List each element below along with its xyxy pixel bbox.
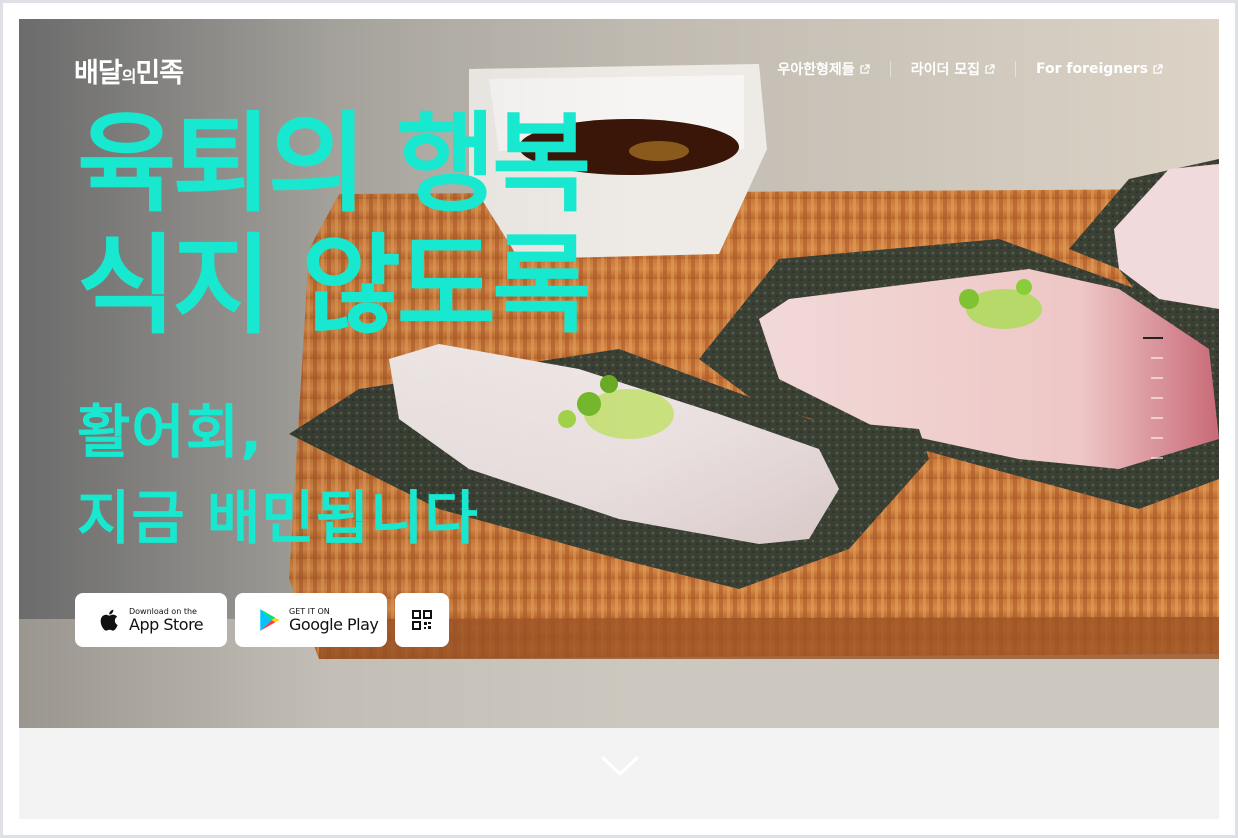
- app-store-button[interactable]: Download on the App Store: [75, 593, 227, 647]
- google-play-big-text: Google Play: [289, 614, 379, 634]
- pager-dot[interactable]: [1151, 357, 1163, 359]
- nav-divider: [889, 61, 891, 77]
- headline-line-2: 식지 않도록: [77, 224, 591, 349]
- google-play-button[interactable]: GET IT ON Google Play: [235, 593, 387, 647]
- slide-pager: [1143, 337, 1163, 477]
- top-nav: 우아한형제들 라이더 모집 For foreigners: [777, 59, 1163, 79]
- logo-text-part1: 배달: [74, 58, 123, 89]
- hero-subheadline: 활어회, 지금 배민됩니다: [77, 389, 479, 561]
- app-store-big-text: App Store: [129, 614, 204, 634]
- qr-code-icon: [412, 610, 432, 630]
- hero-banner: 배달의민족 우아한형제들 라이더 모집 For foreigners 육퇴의 행…: [19, 19, 1219, 728]
- nav-link-label: For foreigners: [1035, 61, 1148, 77]
- logo-text-part2: 민족: [135, 58, 184, 89]
- google-play-icon: [260, 609, 280, 631]
- headline-line-1: 육퇴의 행복: [77, 102, 591, 227]
- nav-divider: [1014, 61, 1016, 77]
- qr-code-button[interactable]: [395, 593, 449, 647]
- nav-link-label: 우아한형제들: [777, 62, 855, 78]
- external-link-icon: [985, 64, 995, 74]
- pager-dot[interactable]: [1151, 397, 1163, 399]
- logo-text-small: 의: [121, 67, 137, 86]
- nav-link-label: 라이더 모집: [910, 62, 980, 78]
- hero-headline: 육퇴의 행복 식지 않도록: [77, 102, 591, 349]
- nav-link-for-foreigners[interactable]: For foreigners: [1036, 61, 1163, 77]
- pager-dot[interactable]: [1151, 457, 1163, 459]
- pager-dot[interactable]: [1151, 417, 1163, 419]
- subheadline-line-1: 활어회,: [77, 398, 264, 466]
- nav-link-woowa-brothers[interactable]: 우아한형제들: [777, 59, 870, 79]
- external-link-icon: [1153, 64, 1163, 74]
- external-link-icon: [860, 64, 870, 74]
- scroll-hint-band: [19, 728, 1219, 819]
- chevron-down-icon[interactable]: [600, 754, 640, 778]
- pager-dot[interactable]: [1151, 437, 1163, 439]
- baemin-logo[interactable]: 배달의민족: [74, 51, 184, 90]
- apple-icon: [100, 609, 118, 631]
- nav-link-rider-recruit[interactable]: 라이더 모집: [911, 59, 995, 79]
- subheadline-line-2: 지금 배민됩니다: [77, 484, 479, 552]
- pager-dot[interactable]: [1143, 337, 1163, 339]
- pager-dot[interactable]: [1151, 377, 1163, 379]
